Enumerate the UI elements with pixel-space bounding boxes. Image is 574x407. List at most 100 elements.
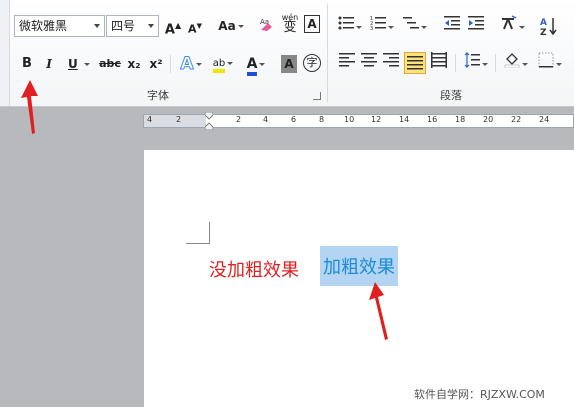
paint-bucket-icon (504, 53, 520, 69)
highlight-button[interactable]: ab (209, 53, 237, 75)
distributed-button[interactable] (428, 52, 450, 74)
ruler-tick: 4 (147, 115, 153, 124)
chevron-down-icon (195, 62, 202, 66)
enclose-character-icon: 字 (306, 56, 318, 69)
bold-button[interactable]: B (16, 53, 38, 75)
change-case-icon: Aa (218, 19, 236, 33)
text-effects-button[interactable]: A (177, 53, 205, 75)
group-divider (327, 4, 328, 102)
align-center-icon (361, 53, 377, 67)
sort-icon: AZ (540, 18, 557, 38)
chinese-layout-icon (502, 15, 517, 30)
multilevel-list-button[interactable] (400, 15, 430, 37)
chinese-layout-button[interactable] (497, 15, 527, 37)
svg-text:3: 3 (370, 26, 373, 31)
bullets-icon (338, 16, 354, 30)
margin-corner-mark (186, 222, 210, 244)
font-color-button[interactable]: A (243, 53, 269, 76)
borders-button[interactable] (536, 52, 564, 74)
highlight-icon: ab (212, 58, 226, 73)
divider (170, 55, 171, 73)
chevron-down-icon (227, 61, 234, 65)
chevron-down-icon (519, 26, 525, 29)
svg-text:A: A (540, 18, 547, 28)
divider (455, 54, 456, 72)
enclose-character-button[interactable]: 字 (303, 54, 321, 72)
pinyin-guide-button[interactable]: wén 变 (279, 13, 301, 35)
font-name-dropdown[interactable]: 微软雅黑 (14, 15, 105, 37)
multilevel-list-icon (403, 17, 419, 29)
increase-indent-icon (468, 16, 484, 30)
line-spacing-button[interactable] (462, 52, 490, 74)
ruler-tick: 18 (455, 115, 466, 124)
ruler-tick: 10 (344, 115, 355, 124)
ruler-tick: 6 (291, 115, 297, 124)
ruler-tick: 2 (236, 115, 242, 124)
align-right-button[interactable] (380, 52, 402, 74)
borders-icon (538, 52, 554, 68)
decrease-indent-button[interactable] (441, 15, 463, 37)
justify-icon (407, 56, 423, 70)
align-center-button[interactable] (358, 52, 380, 74)
distributed-icon (431, 52, 447, 68)
character-shading-button[interactable]: A (281, 55, 297, 73)
chevron-down-icon (522, 63, 528, 66)
align-right-icon (383, 53, 399, 67)
superscript-icon: x² (149, 57, 163, 71)
align-left-icon (339, 53, 355, 67)
svg-text:Z: Z (540, 28, 547, 36)
ruler-tick: 20 (483, 115, 494, 124)
italic-icon: I (46, 57, 52, 71)
clear-format-icon: Aa (260, 18, 272, 31)
text-effects-icon: A (180, 54, 194, 75)
shrink-font-icon: A (188, 22, 197, 36)
font-group: 微软雅黑 四号 A▲ A▼ Aa Aa wén 变 A B I U abc x₂… (0, 0, 327, 106)
pinyin-char: 变 (283, 20, 297, 35)
character-shading-icon: A (284, 57, 294, 71)
shrink-font-button[interactable]: A▼ (184, 15, 206, 37)
character-border-icon: A (307, 17, 317, 31)
divider (495, 54, 496, 72)
chevron-down-icon (94, 24, 100, 28)
change-case-button[interactable]: Aa (216, 15, 246, 37)
ruler-tick: 14 (399, 115, 410, 124)
strikethrough-button[interactable]: abc (98, 53, 122, 75)
ribbon: 微软雅黑 四号 A▲ A▼ Aa Aa wén 变 A B I U abc x₂… (0, 0, 574, 107)
bold-icon: B (22, 56, 32, 71)
italic-button[interactable]: I (38, 53, 60, 75)
decrease-indent-icon (444, 16, 460, 30)
grow-font-button[interactable]: A▲ (162, 15, 184, 37)
character-border-button[interactable]: A (304, 15, 320, 33)
text-not-bold[interactable]: 没加粗效果 (209, 256, 299, 282)
watermark: 软件自学网：RJZXW.COM (414, 388, 545, 401)
numbering-button[interactable]: 123 (368, 15, 396, 37)
chevron-down-icon (356, 26, 362, 29)
underline-icon: U (68, 57, 78, 71)
increase-indent-button[interactable] (465, 15, 487, 37)
chevron-down-icon (421, 26, 427, 29)
font-name-value: 微软雅黑 (19, 19, 68, 33)
shading-button[interactable] (502, 52, 530, 74)
chevron-down-icon (259, 62, 266, 66)
indent-marker-icon[interactable] (205, 112, 213, 130)
clear-format-button[interactable]: Aa (256, 15, 278, 37)
font-dialog-launcher-icon[interactable] (313, 92, 321, 100)
subscript-icon: x₂ (127, 57, 141, 71)
chevron-down-icon (237, 25, 244, 28)
ruler-tick: 8 (319, 115, 325, 124)
superscript-button[interactable]: x² (145, 53, 167, 75)
ruler-tick: 24 (539, 115, 550, 124)
justify-button[interactable] (404, 52, 426, 74)
bullets-button[interactable] (336, 15, 364, 37)
font-size-dropdown[interactable]: 四号 (106, 15, 159, 37)
underline-button[interactable]: U (62, 53, 94, 75)
align-left-button[interactable] (336, 52, 358, 74)
annotation-arrow-icon (21, 80, 38, 134)
chevron-down-icon (556, 63, 562, 66)
font-group-label: 字体 (147, 89, 169, 102)
subscript-button[interactable]: x₂ (123, 53, 145, 75)
line-spacing-icon (464, 52, 480, 68)
sort-button[interactable]: AZ (538, 15, 558, 38)
numbering-icon: 123 (370, 16, 386, 32)
chevron-down-icon (148, 24, 154, 28)
